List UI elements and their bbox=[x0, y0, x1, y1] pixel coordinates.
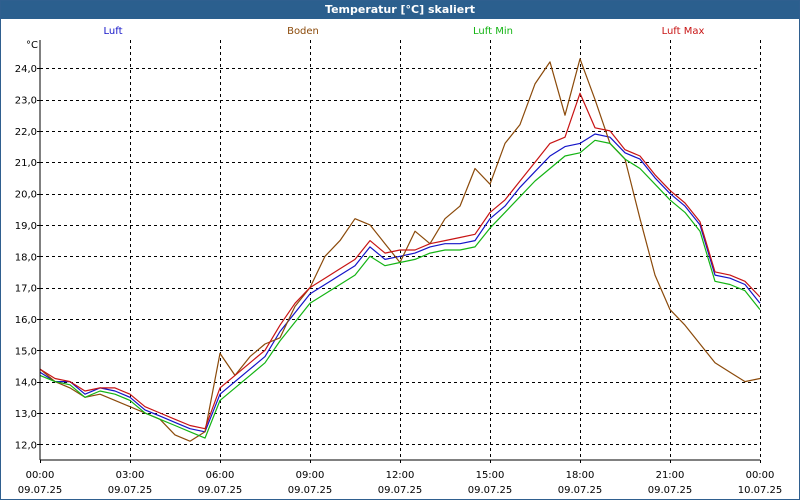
legend-item-luft-max: Luft Max bbox=[662, 26, 705, 37]
y-tick-label: 17,0 bbox=[15, 284, 37, 295]
x-tick-date-label: 09.07.25 bbox=[558, 485, 603, 496]
x-tick-time-label: 09:00 bbox=[296, 470, 325, 481]
x-tick-time-label: 06:00 bbox=[206, 470, 235, 481]
y-tick-label: 20,0 bbox=[15, 190, 37, 201]
x-tick-date-label: 09.07.25 bbox=[288, 485, 333, 496]
y-unit-label: °C bbox=[26, 40, 38, 51]
y-tick-labels: 12,0 13,0 14,0 15,0 16,0 17,0 18,0 19,0 20,0 21,0… bbox=[15, 64, 40, 451]
x-tick-time-label: 00:00 bbox=[26, 470, 55, 481]
x-tick-date-label: 09.07.25 bbox=[468, 485, 513, 496]
y-tick-label: 21,0 bbox=[15, 158, 37, 169]
y-tick-label: 14,0 bbox=[15, 378, 37, 389]
x-tick-time-label: 21:00 bbox=[656, 470, 685, 481]
x-tick-date-label: 09.07.25 bbox=[108, 485, 153, 496]
x-tick-date-label: 09.07.25 bbox=[378, 485, 423, 496]
y-tick-label: 24,0 bbox=[15, 64, 37, 75]
x-tick-labels: 00:00 09.07.25 03:00 09.07.25 06:00 09.07.25 0… bbox=[18, 460, 783, 496]
temperature-chart: °C 12,0 13,0 14,0 15,0 16,0 17,0 18,0 19,0 20,0 2… bbox=[15, 26, 783, 496]
x-tick-time-label: 00:00 bbox=[746, 470, 775, 481]
legend-item-luft-min: Luft Min bbox=[473, 26, 513, 37]
x-tick-date-label: 09.07.25 bbox=[18, 485, 63, 496]
x-tick-time-label: 03:00 bbox=[116, 470, 145, 481]
y-tick-label: 18,0 bbox=[15, 252, 37, 263]
y-tick-label: 12,0 bbox=[15, 440, 37, 451]
x-tick-time-label: 18:00 bbox=[566, 470, 595, 481]
x-tick-time-label: 12:00 bbox=[386, 470, 415, 481]
y-tick-label: 19,0 bbox=[15, 221, 37, 232]
y-tick-label: 22,0 bbox=[15, 127, 37, 138]
y-tick-label: 23,0 bbox=[15, 96, 37, 107]
legend-item-luft: Luft bbox=[104, 26, 123, 37]
y-tick-label: 15,0 bbox=[15, 346, 37, 357]
x-tick-date-label: 09.07.25 bbox=[198, 485, 243, 496]
x-tick-time-label: 15:00 bbox=[476, 470, 505, 481]
legend: Luft Boden Luft Min Luft Max bbox=[104, 26, 705, 37]
x-tick-date-label: 09.07.25 bbox=[648, 485, 693, 496]
legend-item-boden: Boden bbox=[287, 26, 319, 37]
y-tick-label: 13,0 bbox=[15, 409, 37, 420]
x-tick-date-label: 10.07.25 bbox=[738, 485, 783, 496]
y-tick-label: 16,0 bbox=[15, 315, 37, 326]
